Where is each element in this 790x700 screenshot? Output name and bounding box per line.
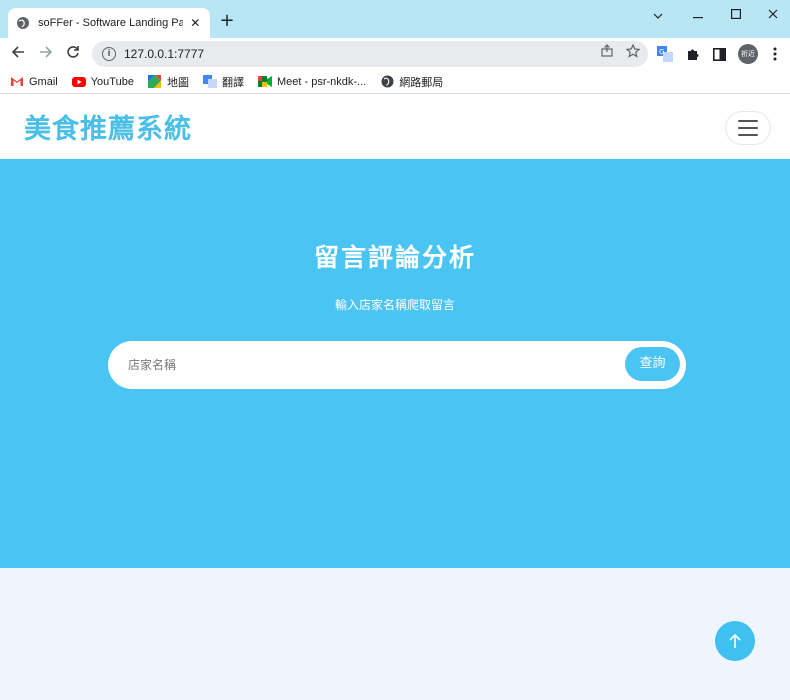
bookmark-gmail[interactable]: Gmail xyxy=(10,76,58,88)
site-navbar: 美食推薦系統 xyxy=(0,95,790,159)
gmail-icon xyxy=(10,76,24,88)
maximize-icon[interactable] xyxy=(726,6,746,26)
hero-subtitle: 輸入店家名稱爬取留言 xyxy=(334,298,455,312)
browser-toolbar: i 127.0.0.1:7777 G 祈近 xyxy=(0,38,790,70)
profile-avatar[interactable]: 祈近 xyxy=(738,44,758,64)
hamburger-line xyxy=(738,120,758,122)
bookmark-star-icon[interactable] xyxy=(624,43,642,62)
back-arrow-icon[interactable] xyxy=(8,44,28,64)
browser-titlebar: soFFer - Software Landing Page ✕ + xyxy=(0,0,790,38)
maps-icon xyxy=(148,75,162,88)
globe-icon xyxy=(16,16,30,30)
bookmark-youtube[interactable]: YouTube xyxy=(71,75,134,88)
share-icon[interactable] xyxy=(598,44,616,61)
store-name-input[interactable] xyxy=(128,354,608,376)
address-bar[interactable]: i 127.0.0.1:7777 xyxy=(92,41,648,67)
url-text: 127.0.0.1:7777 xyxy=(124,47,205,61)
bookmark-meet[interactable]: Meet - psr-nkdk-... xyxy=(257,75,367,88)
hero-section: 留言評論分析 輸入店家名稱爬取留言 查詢 xyxy=(0,159,790,568)
back-to-top-button[interactable] xyxy=(715,621,755,661)
tab-search-icon[interactable] xyxy=(648,6,668,26)
bookmark-webmail[interactable]: 網路郵局 xyxy=(380,74,443,90)
site-brand[interactable]: 美食推薦系統 xyxy=(24,107,192,146)
browser-tab[interactable]: soFFer - Software Landing Page ✕ xyxy=(8,8,210,38)
info-icon[interactable]: i xyxy=(102,47,116,61)
bookmark-label: Meet - psr-nkdk-... xyxy=(276,75,367,88)
menu-toggle-button[interactable] xyxy=(725,111,771,145)
reload-icon[interactable] xyxy=(63,44,83,64)
translate-icon xyxy=(202,75,217,88)
puzzle-icon[interactable] xyxy=(685,46,701,62)
minimize-icon[interactable] xyxy=(688,6,708,26)
bookmark-label: Gmail xyxy=(29,75,58,88)
search-form: 查詢 xyxy=(108,341,686,389)
web-page: 美食推薦系統 留言評論分析 輸入店家名稱爬取留言 查詢 xyxy=(0,95,790,700)
tab-close-icon[interactable]: ✕ xyxy=(189,16,202,30)
bookmark-maps[interactable]: 地圖 xyxy=(148,74,189,90)
svg-text:G: G xyxy=(659,48,664,56)
globe-icon xyxy=(380,75,394,88)
arrow-up-icon xyxy=(729,633,741,648)
sidepanel-icon[interactable] xyxy=(711,46,727,62)
forward-arrow-icon[interactable] xyxy=(36,44,56,64)
bookmark-label: 地圖 xyxy=(166,76,189,89)
search-button[interactable]: 查詢 xyxy=(625,347,680,381)
bookmarks-bar: Gmail YouTube 地圖 翻譯 Meet - psr-nkdk-... … xyxy=(0,70,790,94)
new-tab-button[interactable]: + xyxy=(218,12,236,30)
close-window-icon[interactable] xyxy=(763,6,783,26)
tab-title: soFFer - Software Landing Page xyxy=(38,17,183,29)
bookmark-label: 網路郵局 xyxy=(399,76,444,89)
bookmark-translate[interactable]: 翻譯 xyxy=(202,74,244,90)
meet-icon xyxy=(257,76,272,88)
hero-title: 留言評論分析 xyxy=(313,243,476,272)
youtube-icon xyxy=(71,76,86,88)
bookmark-label: YouTube xyxy=(90,75,134,88)
translate-extension-icon[interactable]: G xyxy=(657,46,673,62)
more-menu-icon[interactable] xyxy=(767,46,783,62)
hamburger-line xyxy=(738,127,758,129)
bookmark-label: 翻譯 xyxy=(221,76,244,89)
hamburger-line xyxy=(738,134,758,136)
